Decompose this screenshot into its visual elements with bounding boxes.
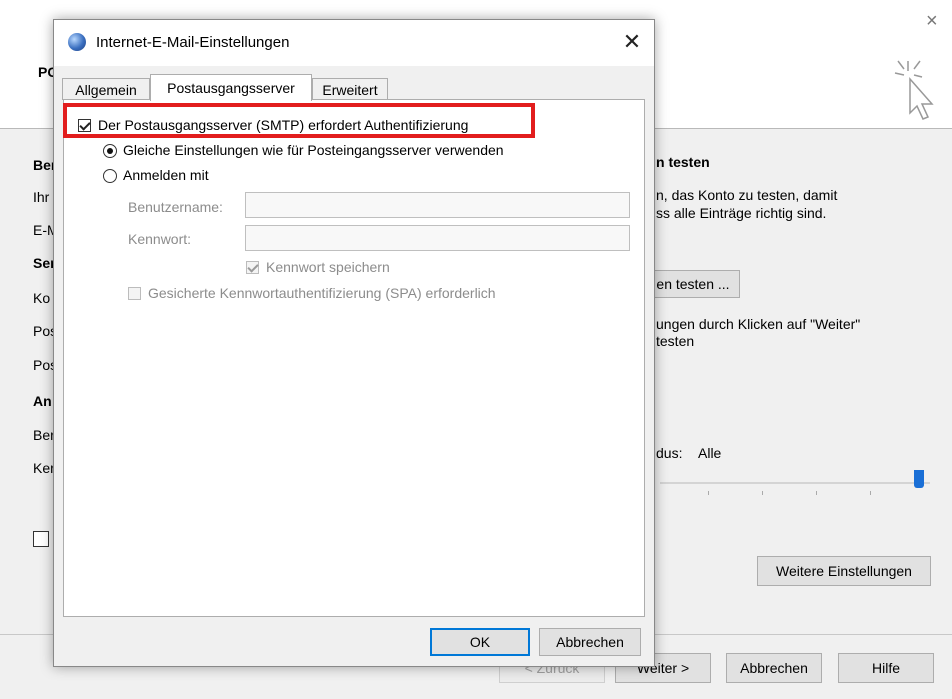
dialog-title: Internet-E-Mail-Einstellungen <box>96 34 290 51</box>
outlook-globe-icon <box>68 33 86 51</box>
slider-tick <box>816 491 817 495</box>
username-label: Benutzername: <box>128 199 223 215</box>
ok-button[interactable]: OK <box>430 628 530 656</box>
tab-advanced[interactable]: Erweitert <box>312 78 388 100</box>
background-row-label: Ko <box>33 290 51 306</box>
slider-tick <box>762 491 763 495</box>
background-row-label: An <box>33 393 52 409</box>
background-row-label: Ihr <box>33 189 50 205</box>
help-button[interactable]: Hilfe <box>838 653 934 683</box>
username-field[interactable] <box>245 192 630 218</box>
test-account-button[interactable]: en testen ... <box>646 270 740 298</box>
slider-tick <box>870 491 871 495</box>
dialog-cancel-button[interactable]: Abbrechen <box>539 628 641 656</box>
dialog-close-icon[interactable]: ✕ <box>620 29 644 55</box>
background-row-label: Ker <box>33 460 55 476</box>
spa-checkbox[interactable] <box>128 287 141 300</box>
same-settings-label[interactable]: Gleiche Einstellungen wie für Posteingan… <box>123 142 504 158</box>
remember-password-label: Kennwort speichern <box>266 259 390 275</box>
login-with-radio[interactable] <box>103 169 117 183</box>
auto-test-text: ungen durch Klicken auf "Weiter" <box>656 316 861 332</box>
more-settings-button[interactable]: Weitere Einstellungen <box>757 556 931 586</box>
highlight-box <box>63 103 535 138</box>
mode-value: Alle <box>698 445 722 461</box>
remember-password-checkbox[interactable] <box>246 261 259 274</box>
background-checkbox[interactable] <box>33 531 49 547</box>
dialog-titlebar: Internet-E-Mail-Einstellungen ✕ <box>54 20 654 66</box>
password-label: Kennwort: <box>128 231 192 247</box>
same-settings-radio[interactable] <box>103 144 117 158</box>
password-field[interactable] <box>245 225 630 251</box>
background-close-icon[interactable]: × <box>926 10 938 33</box>
spa-label: Gesicherte Kennwortauthentifizierung (SP… <box>148 285 496 301</box>
mode-label: dus: <box>656 445 683 461</box>
login-with-label[interactable]: Anmelden mit <box>123 167 209 183</box>
background-cancel-button[interactable]: Abbrechen <box>726 653 822 683</box>
test-heading: n testen <box>656 154 710 170</box>
mode-slider-thumb[interactable] <box>914 470 924 488</box>
tab-outgoing-server[interactable]: Postausgangsserver <box>150 74 312 101</box>
test-description: n, das Konto zu testen, damit <box>656 187 838 203</box>
mode-slider-track[interactable] <box>660 482 930 484</box>
background-row-label: Ber <box>33 427 55 443</box>
slider-tick <box>708 491 709 495</box>
test-description: ss alle Einträge richtig sind. <box>656 205 827 221</box>
auto-test-text: testen <box>656 333 695 349</box>
click-cursor-icon <box>894 60 934 120</box>
tab-general[interactable]: Allgemein <box>62 78 150 100</box>
